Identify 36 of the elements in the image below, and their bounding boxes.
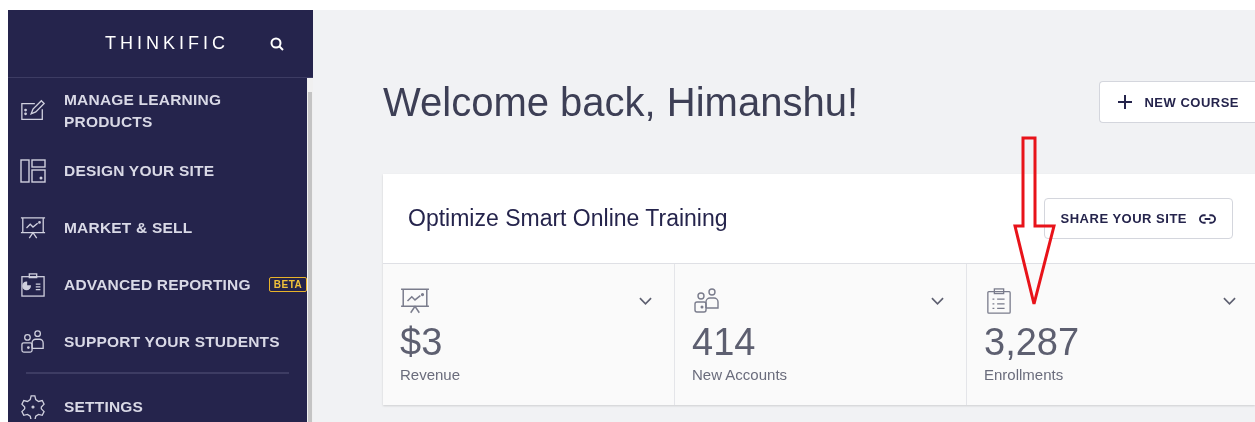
share-site-button[interactable]: SHARE YOUR SITE [1043,198,1233,239]
stat-value: 414 [692,320,757,364]
logo[interactable]: THINKIFIC [105,33,229,54]
report-icon [20,272,46,297]
sidebar-item[interactable]: MARKET & SELL [20,199,308,256]
sidebar-item[interactable]: ADVANCED REPORTING BETA [20,256,308,313]
settings-icon [20,394,46,419]
presentation-chart-icon [400,288,430,314]
sidebar-item[interactable]: SUPPORT YOUR STUDENTS [20,313,308,370]
people-icon [20,329,46,354]
stat-label: Enrollments [984,366,1065,383]
card-title: Optimize Smart Online Training [408,205,728,232]
stat-value: $3 [400,320,444,364]
stat-label: Revenue [400,366,462,383]
stat-label: New Accounts [692,366,789,383]
link-icon [1199,213,1216,224]
stat-tile[interactable]: $3 Revenue [383,264,675,405]
edit-icon [20,99,46,123]
new-course-button[interactable]: NEW COURSE [1099,81,1255,123]
search-icon[interactable] [269,35,285,52]
layout-icon [20,158,46,183]
chevron-down-icon[interactable] [931,297,944,305]
clipboard-icon [984,288,1014,314]
stat-tile[interactable]: 414 New Accounts [675,264,967,405]
plus-icon [1118,95,1133,109]
sidebar-item[interactable]: MANAGE LEARNING PRODUCTS [20,86,308,136]
sidebar-item[interactable]: SETTINGS [20,378,308,422]
sidebar-item[interactable]: DESIGN YOUR SITE [20,142,308,199]
presentation-chart-icon [20,215,46,240]
people-icon [692,288,722,314]
chevron-down-icon[interactable] [639,297,652,305]
stat-value: 3,287 [984,320,1081,364]
chevron-down-icon[interactable] [1223,297,1236,305]
stat-tile[interactable]: 3,287 Enrollments [967,264,1255,405]
scrollbar[interactable] [307,78,313,422]
page-heading: Welcome back, Himanshu! [383,79,858,125]
